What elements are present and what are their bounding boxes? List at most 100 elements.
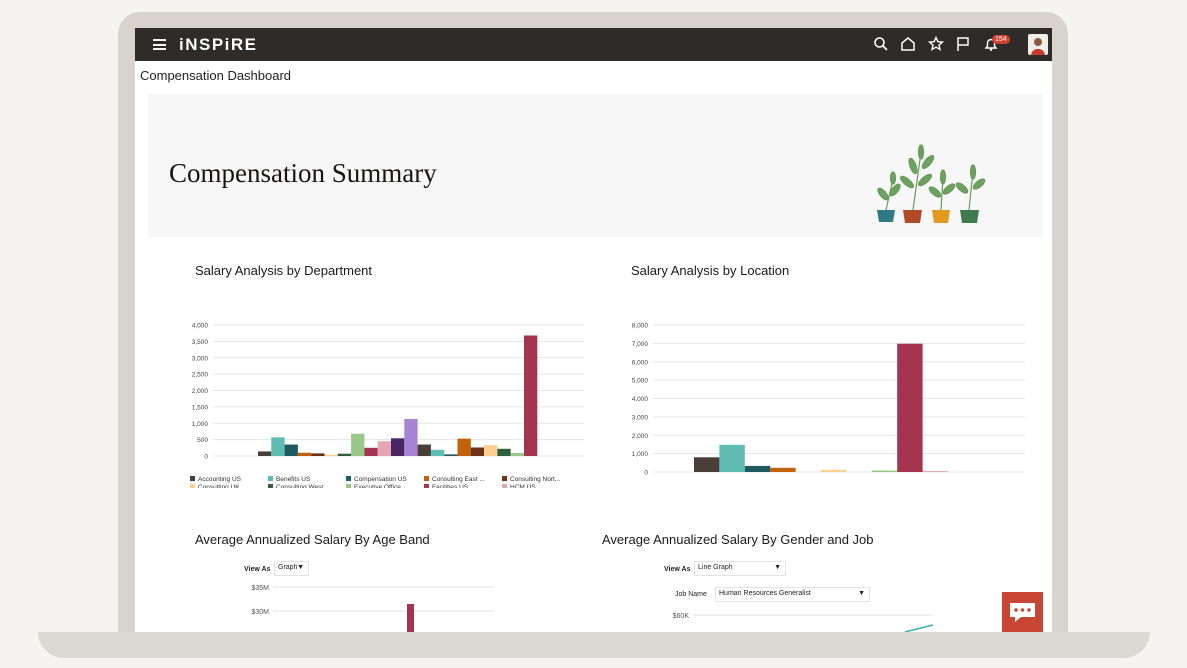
bar[interactable] bbox=[391, 438, 405, 456]
summary-banner: Compensation Summary bbox=[148, 94, 1043, 237]
legend-swatch bbox=[346, 484, 351, 488]
legend-label[interactable]: Consulting Nort... bbox=[510, 476, 560, 483]
gender-job-chart: $60K bbox=[673, 613, 934, 632]
view-as-value: Line Graph bbox=[698, 564, 733, 571]
bar[interactable] bbox=[351, 433, 365, 456]
bar[interactable] bbox=[364, 447, 378, 456]
bar[interactable] bbox=[258, 451, 272, 456]
age-band-chart: $35M $30M bbox=[251, 585, 493, 632]
bar[interactable] bbox=[404, 418, 418, 456]
home-icon[interactable] bbox=[900, 36, 916, 52]
bar[interactable] bbox=[430, 449, 445, 456]
age-band-chart-title: Average Annualized Salary By Age Band bbox=[195, 532, 430, 547]
legend-swatch bbox=[268, 476, 273, 481]
legend-swatch bbox=[346, 476, 351, 481]
y-tick-label: 4,000 bbox=[192, 323, 209, 330]
y-tick-label: $35M bbox=[251, 585, 269, 592]
flag-icon[interactable] bbox=[955, 36, 971, 52]
y-tick-label: 6,000 bbox=[632, 359, 649, 366]
breadcrumb: Compensation Dashboard bbox=[140, 68, 292, 83]
view-as-select[interactable]: Line Graph ▼ bbox=[694, 561, 786, 576]
job-name-value: Human Resources Generalist bbox=[719, 590, 811, 597]
series-line[interactable] bbox=[904, 624, 934, 632]
legend-swatch bbox=[424, 484, 429, 488]
bar[interactable] bbox=[922, 471, 948, 472]
bar[interactable] bbox=[407, 604, 414, 632]
chat-button[interactable] bbox=[1002, 592, 1043, 632]
page-title: Compensation Summary bbox=[169, 158, 437, 188]
y-tick-label: 1,000 bbox=[192, 421, 209, 428]
legend-label[interactable]: Executive Office bbox=[354, 484, 401, 488]
bar[interactable] bbox=[444, 454, 458, 456]
bar[interactable] bbox=[497, 448, 511, 456]
view-as-select[interactable]: Graph ▼ bbox=[274, 561, 309, 576]
bar[interactable] bbox=[719, 444, 745, 472]
y-tick-label: 1,000 bbox=[632, 451, 649, 458]
bar[interactable] bbox=[770, 467, 796, 472]
bar[interactable] bbox=[284, 444, 298, 456]
menu-icon[interactable] bbox=[153, 39, 166, 50]
gender-job-chart-title: Average Annualized Salary By Gender and … bbox=[602, 532, 874, 547]
legend-label[interactable]: Benefits US bbox=[276, 476, 311, 483]
bar[interactable] bbox=[337, 453, 352, 456]
legend-swatch bbox=[190, 484, 195, 488]
y-tick-label: 3,000 bbox=[192, 355, 209, 362]
bar[interactable] bbox=[297, 452, 312, 456]
view-as-value: Graph bbox=[278, 564, 298, 571]
y-tick-label: 3,500 bbox=[192, 339, 209, 346]
legend-swatch bbox=[424, 476, 429, 481]
bar[interactable] bbox=[417, 444, 431, 456]
legend-swatch bbox=[502, 484, 507, 488]
bar[interactable] bbox=[897, 343, 923, 472]
y-tick-label: 4,000 bbox=[632, 396, 649, 403]
view-as-label: View As bbox=[244, 566, 271, 573]
y-tick-label: $30M bbox=[251, 609, 269, 616]
department-chart-title: Salary Analysis by Department bbox=[195, 263, 373, 278]
bar[interactable] bbox=[821, 469, 847, 472]
bar[interactable] bbox=[271, 437, 285, 456]
legend-label[interactable]: Consulting UK bbox=[198, 484, 240, 488]
job-name-select[interactable]: Human Resources Generalist ▼ bbox=[715, 587, 870, 602]
bar[interactable] bbox=[744, 465, 771, 472]
legend-label[interactable]: HCM US bbox=[510, 484, 536, 488]
legend-label[interactable]: Consulting East ... bbox=[432, 476, 485, 483]
bar[interactable] bbox=[324, 454, 338, 456]
department-chart: 0 500 1,000 1,500 2,000 2,500 3,000 3,500 4,000 A… bbox=[190, 323, 584, 488]
bar[interactable] bbox=[484, 445, 498, 456]
dropdown-arrow-icon: ▼ bbox=[297, 564, 304, 571]
legend-label[interactable]: Compensation US bbox=[354, 476, 407, 483]
bar[interactable] bbox=[457, 438, 471, 456]
location-chart-title: Salary Analysis by Location bbox=[631, 263, 790, 278]
avatar[interactable] bbox=[1028, 34, 1048, 55]
legend-label[interactable]: Consulting West... bbox=[276, 484, 329, 488]
bar[interactable] bbox=[871, 470, 898, 472]
bar[interactable] bbox=[694, 457, 720, 472]
app-logo[interactable]: iNSPiRE bbox=[179, 35, 258, 55]
bar[interactable] bbox=[377, 441, 391, 456]
bar[interactable] bbox=[510, 453, 524, 456]
y-tick-label: 7,000 bbox=[632, 341, 649, 348]
legend-swatch bbox=[502, 476, 507, 481]
y-tick-label: 2,500 bbox=[192, 372, 209, 379]
chat-icon bbox=[1010, 603, 1035, 622]
top-bar: iNSPiRE 154 bbox=[135, 28, 1052, 61]
app-screen: iNSPiRE 154 Compensation Dashboard Compe… bbox=[135, 28, 1052, 632]
notification-badge: 154 bbox=[992, 35, 1010, 44]
bar[interactable] bbox=[311, 453, 325, 456]
laptop-base bbox=[38, 632, 1150, 658]
y-tick-label: 0 bbox=[644, 470, 648, 477]
bar[interactable] bbox=[470, 447, 485, 456]
view-as-label: View As bbox=[664, 566, 691, 573]
y-tick-label: 500 bbox=[197, 437, 208, 444]
search-icon[interactable] bbox=[873, 36, 889, 52]
bar[interactable] bbox=[524, 335, 538, 456]
y-tick-label: $60K bbox=[673, 613, 690, 620]
job-name-label: Job Name bbox=[675, 591, 707, 598]
y-tick-label: 5,000 bbox=[632, 378, 649, 385]
star-icon[interactable] bbox=[928, 36, 944, 52]
legend-label[interactable]: Facilities US bbox=[432, 484, 469, 488]
y-tick-label: 3,000 bbox=[632, 414, 649, 421]
legend-swatch bbox=[268, 484, 273, 488]
y-tick-label: 8,000 bbox=[632, 323, 649, 330]
legend-label[interactable]: Accounting US bbox=[198, 476, 242, 483]
